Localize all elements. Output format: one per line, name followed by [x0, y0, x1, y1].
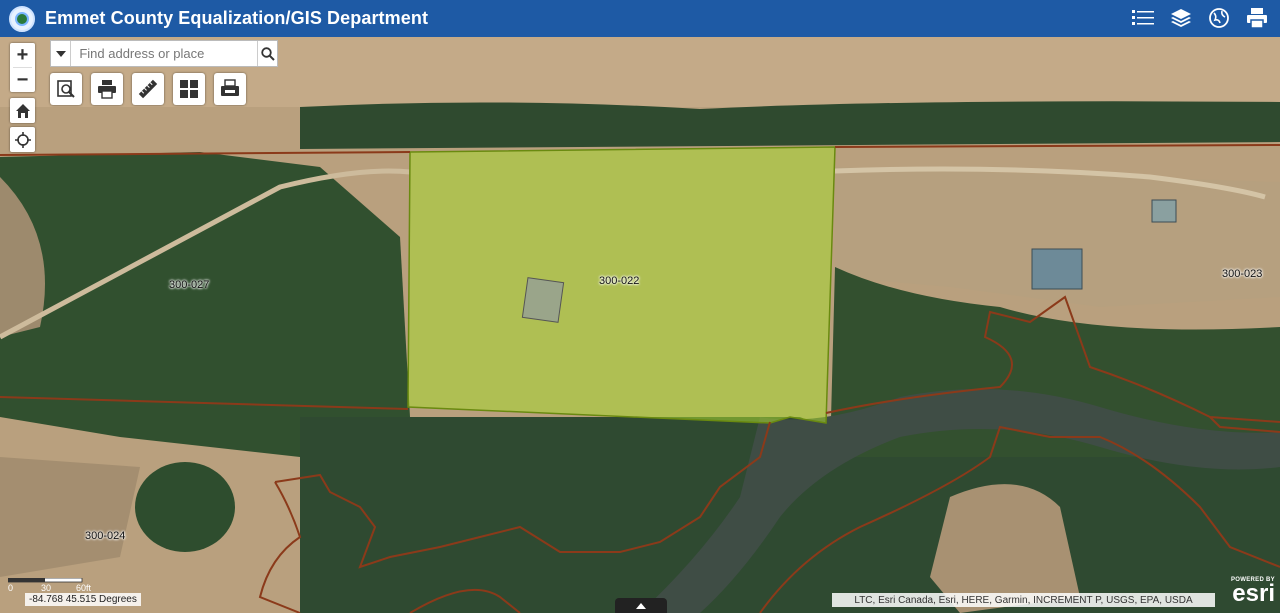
home-button[interactable]	[10, 98, 35, 123]
measure-button[interactable]	[132, 73, 164, 105]
search-button[interactable]	[257, 41, 277, 66]
search-icon	[260, 46, 275, 61]
grid-icon	[180, 80, 198, 98]
scale-label: 30	[41, 583, 51, 592]
search-widget	[50, 40, 278, 67]
identify-icon	[57, 80, 75, 98]
app-header: Emmet County Equalization/GIS Department	[0, 0, 1280, 37]
scale-label: 60ft	[76, 583, 92, 592]
parcel-label: 300-027	[169, 279, 210, 291]
map-toolbar	[50, 73, 246, 105]
attribute-table-toggle[interactable]	[615, 598, 667, 613]
county-seal-logo	[9, 5, 35, 32]
aerial-imagery	[0, 37, 1280, 613]
print-icon	[98, 80, 116, 99]
basemap-gallery-icon[interactable]	[1206, 6, 1232, 30]
print-button[interactable]	[91, 73, 123, 105]
search-source-dropdown[interactable]	[51, 41, 72, 66]
scale-bar: 0 30 60ft	[7, 577, 100, 593]
home-icon	[15, 103, 30, 118]
print-export-icon	[221, 79, 239, 96]
scale-label: 0	[8, 583, 13, 592]
print-icon[interactable]	[1244, 6, 1270, 30]
locate-icon	[14, 131, 31, 148]
chevron-up-icon	[636, 602, 646, 609]
identify-button[interactable]	[50, 73, 82, 105]
grid-button[interactable]	[173, 73, 205, 105]
parcel-label: 300-024	[85, 530, 126, 542]
zoom-in-button[interactable]: +	[10, 43, 35, 67]
zoom-out-button[interactable]: −	[10, 68, 35, 92]
measure-icon	[138, 79, 158, 99]
map-attribution: LTC, Esri Canada, Esri, HERE, Garmin, IN…	[832, 593, 1215, 607]
legend-list-icon[interactable]	[1130, 6, 1156, 30]
locate-button[interactable]	[10, 127, 35, 152]
coordinate-readout: -84.768 45.515 Degrees	[25, 593, 141, 606]
zoom-control: + −	[10, 43, 35, 92]
app-title: Emmet County Equalization/GIS Department	[45, 8, 429, 28]
chevron-down-icon	[55, 50, 66, 57]
search-input[interactable]	[71, 41, 258, 66]
parcel-label-selected: 300-022	[599, 275, 640, 287]
esri-logo: POWERED BY esri	[1230, 577, 1275, 607]
print-export-button[interactable]	[214, 73, 246, 105]
layers-icon[interactable]	[1168, 6, 1194, 30]
header-toolbar	[1130, 6, 1270, 30]
map-view[interactable]: 300-027 300-022 300-023 300-024	[0, 37, 1280, 613]
parcel-label: 300-023	[1222, 268, 1263, 280]
